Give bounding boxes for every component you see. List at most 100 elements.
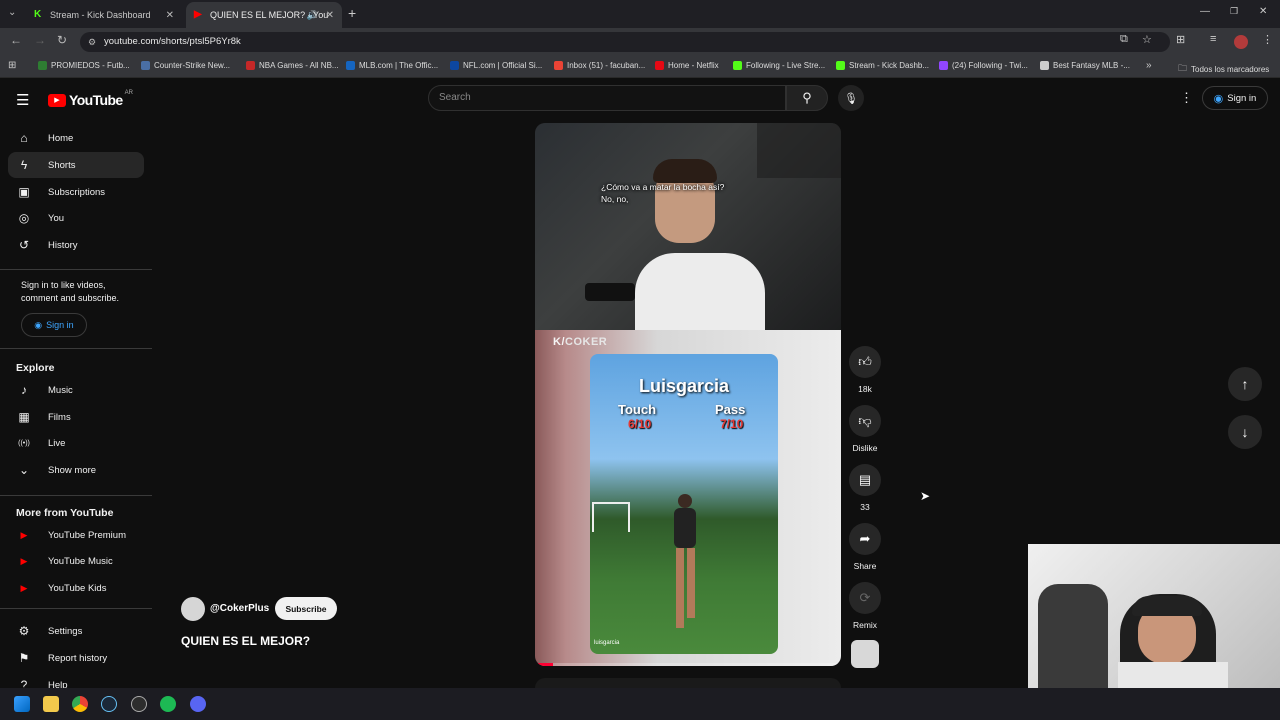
minimize-icon[interactable]: —: [1200, 6, 1210, 17]
bookmark-item[interactable]: Home - Netflix: [655, 61, 719, 70]
sidebar-item-live[interactable]: ((•)) Live: [8, 430, 144, 456]
close-tab-icon[interactable]: ✕: [326, 10, 334, 21]
reload-icon[interactable]: ↻: [57, 33, 67, 47]
bookmark-favicon-icon: [246, 61, 255, 70]
progress-track[interactable]: [535, 663, 841, 666]
sidebar-item-home[interactable]: ⌂ Home: [8, 125, 144, 151]
bookmark-item[interactable]: Following - Live Stre...: [733, 61, 825, 70]
cast-icon[interactable]: ⧉: [1120, 33, 1128, 46]
sidebar-item-label: Settings: [48, 625, 83, 637]
sidebar-item-report-history[interactable]: ⚑ Report history: [8, 645, 144, 671]
bookmark-favicon-icon: [733, 61, 742, 70]
comments-button[interactable]: ▤ 33: [848, 464, 882, 512]
films-icon: ▦: [18, 410, 30, 424]
channel-name[interactable]: @CokerPlus: [210, 603, 269, 614]
streamer-camera: ¿Cómo va a matar la bocha así? No, no,: [535, 123, 841, 343]
sidebar-signin-button[interactable]: ◉ Sign in: [21, 313, 87, 337]
extensions-icon[interactable]: ⊞: [1176, 33, 1185, 46]
sidebar-item-label: Shorts: [48, 159, 76, 171]
arrow-down-icon: ↓: [1241, 424, 1249, 440]
subscribe-button[interactable]: Subscribe: [275, 597, 337, 620]
steam-icon[interactable]: [101, 696, 117, 712]
dislike-button[interactable]: 👎︎ Dislike: [848, 405, 882, 453]
forward-icon[interactable]: →: [34, 33, 46, 47]
football-goal: [592, 502, 630, 532]
windows-start-icon[interactable]: [14, 696, 30, 712]
tab-list-icon[interactable]: ⌄: [8, 7, 16, 18]
site-info-icon[interactable]: ⚙: [88, 32, 96, 52]
sidebar-item-youtube-kids[interactable]: ▶ YouTube Kids: [8, 575, 144, 601]
sidebar-item-help[interactable]: ? Help: [8, 672, 144, 688]
sidebar-item-settings[interactable]: ⚙ Settings: [8, 618, 144, 644]
sidebar-item-music[interactable]: ♪ Music: [8, 377, 144, 403]
thumbs-up-icon: 👍︎: [849, 346, 881, 378]
hamburger-menu-icon[interactable]: ☰: [16, 91, 29, 109]
bookmark-item[interactable]: Stream - Kick Dashb...: [836, 61, 929, 70]
close-tab-icon[interactable]: ✕: [166, 10, 174, 21]
bookmark-item[interactable]: PROMIEDOS - Futb...: [38, 61, 130, 70]
account-icon: ◉: [34, 319, 43, 330]
short-player[interactable]: ¿Cómo va a matar la bocha así? No, no, K…: [535, 123, 841, 666]
like-button[interactable]: 👍︎ 18k: [848, 346, 882, 394]
profile-avatar[interactable]: [1234, 35, 1248, 49]
bookmark-star-icon[interactable]: ☆: [1142, 33, 1152, 46]
share-icon: ➦: [849, 523, 881, 555]
bookmarks-overflow-icon[interactable]: »: [1146, 60, 1152, 71]
file-explorer-icon[interactable]: [43, 696, 59, 712]
apps-grid-icon[interactable]: ⊞: [8, 60, 16, 71]
all-bookmarks-label: Todos los marcadores: [1191, 64, 1270, 74]
sidebar-item-label: Subscriptions: [48, 186, 106, 198]
bookmark-item[interactable]: Counter-Strike New...: [141, 61, 230, 70]
voice-search-button[interactable]: 🎙: [838, 85, 864, 111]
tab-kick-dashboard[interactable]: K Stream - Kick Dashboard ✕: [26, 2, 182, 28]
bookmark-item[interactable]: Inbox (51) - facuban...: [554, 61, 645, 70]
tab-youtube-short[interactable]: ▶ QUIEN ES EL MEJOR? - You 🔊 ✕: [186, 2, 342, 28]
new-tab-icon[interactable]: +: [348, 5, 356, 21]
settings-menu-icon[interactable]: ⋮: [1180, 90, 1193, 106]
bookmark-item[interactable]: NBA Games - All NB...: [246, 61, 339, 70]
channel-avatar[interactable]: [181, 597, 205, 621]
webcam-overlay: [1028, 544, 1280, 688]
sound-avatar[interactable]: [851, 640, 879, 668]
speaker-icon[interactable]: 🔊: [307, 10, 318, 21]
bookmark-item[interactable]: Best Fantasy MLB -...: [1040, 61, 1130, 70]
bookmark-label: NBA Games - All NB...: [259, 61, 339, 70]
flag-icon: ⚑: [18, 651, 30, 665]
search-button[interactable]: ⚲: [786, 85, 828, 111]
bookmark-item[interactable]: NFL.com | Official Si...: [450, 61, 542, 70]
bookmark-item[interactable]: (24) Following - Twi...: [939, 61, 1028, 70]
sidebar-item-shorts[interactable]: ϟ Shorts: [8, 152, 144, 178]
bookmark-item[interactable]: MLB.com | The Offic...: [346, 61, 438, 70]
browser-tab-bar: ⌄ K Stream - Kick Dashboard ✕ ▶ QUIEN ES…: [0, 0, 1280, 28]
youtube-logo-icon: ▶: [48, 93, 66, 107]
search-bar[interactable]: Search: [428, 85, 786, 111]
sidebar-item-you[interactable]: ◎ You: [8, 205, 144, 231]
obs-icon[interactable]: [131, 696, 147, 712]
media-controls-icon[interactable]: ≡: [1210, 33, 1216, 45]
chrome-icon[interactable]: [72, 696, 88, 712]
next-short-button[interactable]: ↓: [1228, 415, 1262, 449]
address-bar[interactable]: ⚙ youtube.com/shorts/ptsl5P6Yr8k: [80, 32, 1170, 52]
home-icon: ⌂: [20, 131, 28, 145]
sidebar-item-subscriptions[interactable]: ▣ Subscriptions: [8, 179, 144, 205]
browser-menu-icon[interactable]: ⋮: [1262, 33, 1273, 46]
previous-short-button[interactable]: ↑: [1228, 367, 1262, 401]
coker-watermark: K/COKER: [553, 336, 607, 348]
all-bookmarks[interactable]: 🗀 Todos los marcadores: [1178, 61, 1269, 77]
sidebar-item-films[interactable]: ▦ Films: [8, 404, 144, 430]
youtube-logo[interactable]: ▶ YouTube AR: [48, 90, 133, 108]
youtube-icon: ▶: [194, 9, 202, 20]
sidebar-item-youtube-music[interactable]: ▶ YouTube Music: [8, 548, 144, 574]
signin-button-header[interactable]: ◉ Sign in: [1202, 86, 1268, 110]
sidebar-item-youtube-premium[interactable]: ▶ YouTube Premium: [8, 522, 144, 548]
window-close-icon[interactable]: ✕: [1259, 6, 1267, 17]
spotify-icon[interactable]: [160, 696, 176, 712]
restore-icon[interactable]: ❐: [1230, 6, 1238, 17]
share-button[interactable]: ➦ Share: [848, 523, 882, 571]
back-icon[interactable]: ←: [10, 33, 22, 47]
sidebar-item-show-more[interactable]: ⌄ Show more: [8, 457, 144, 483]
bookmark-favicon-icon: [655, 61, 664, 70]
sidebar-item-history[interactable]: ↺ History: [8, 232, 144, 258]
remix-button[interactable]: ⟳ Remix: [848, 582, 882, 630]
discord-icon[interactable]: [190, 696, 206, 712]
